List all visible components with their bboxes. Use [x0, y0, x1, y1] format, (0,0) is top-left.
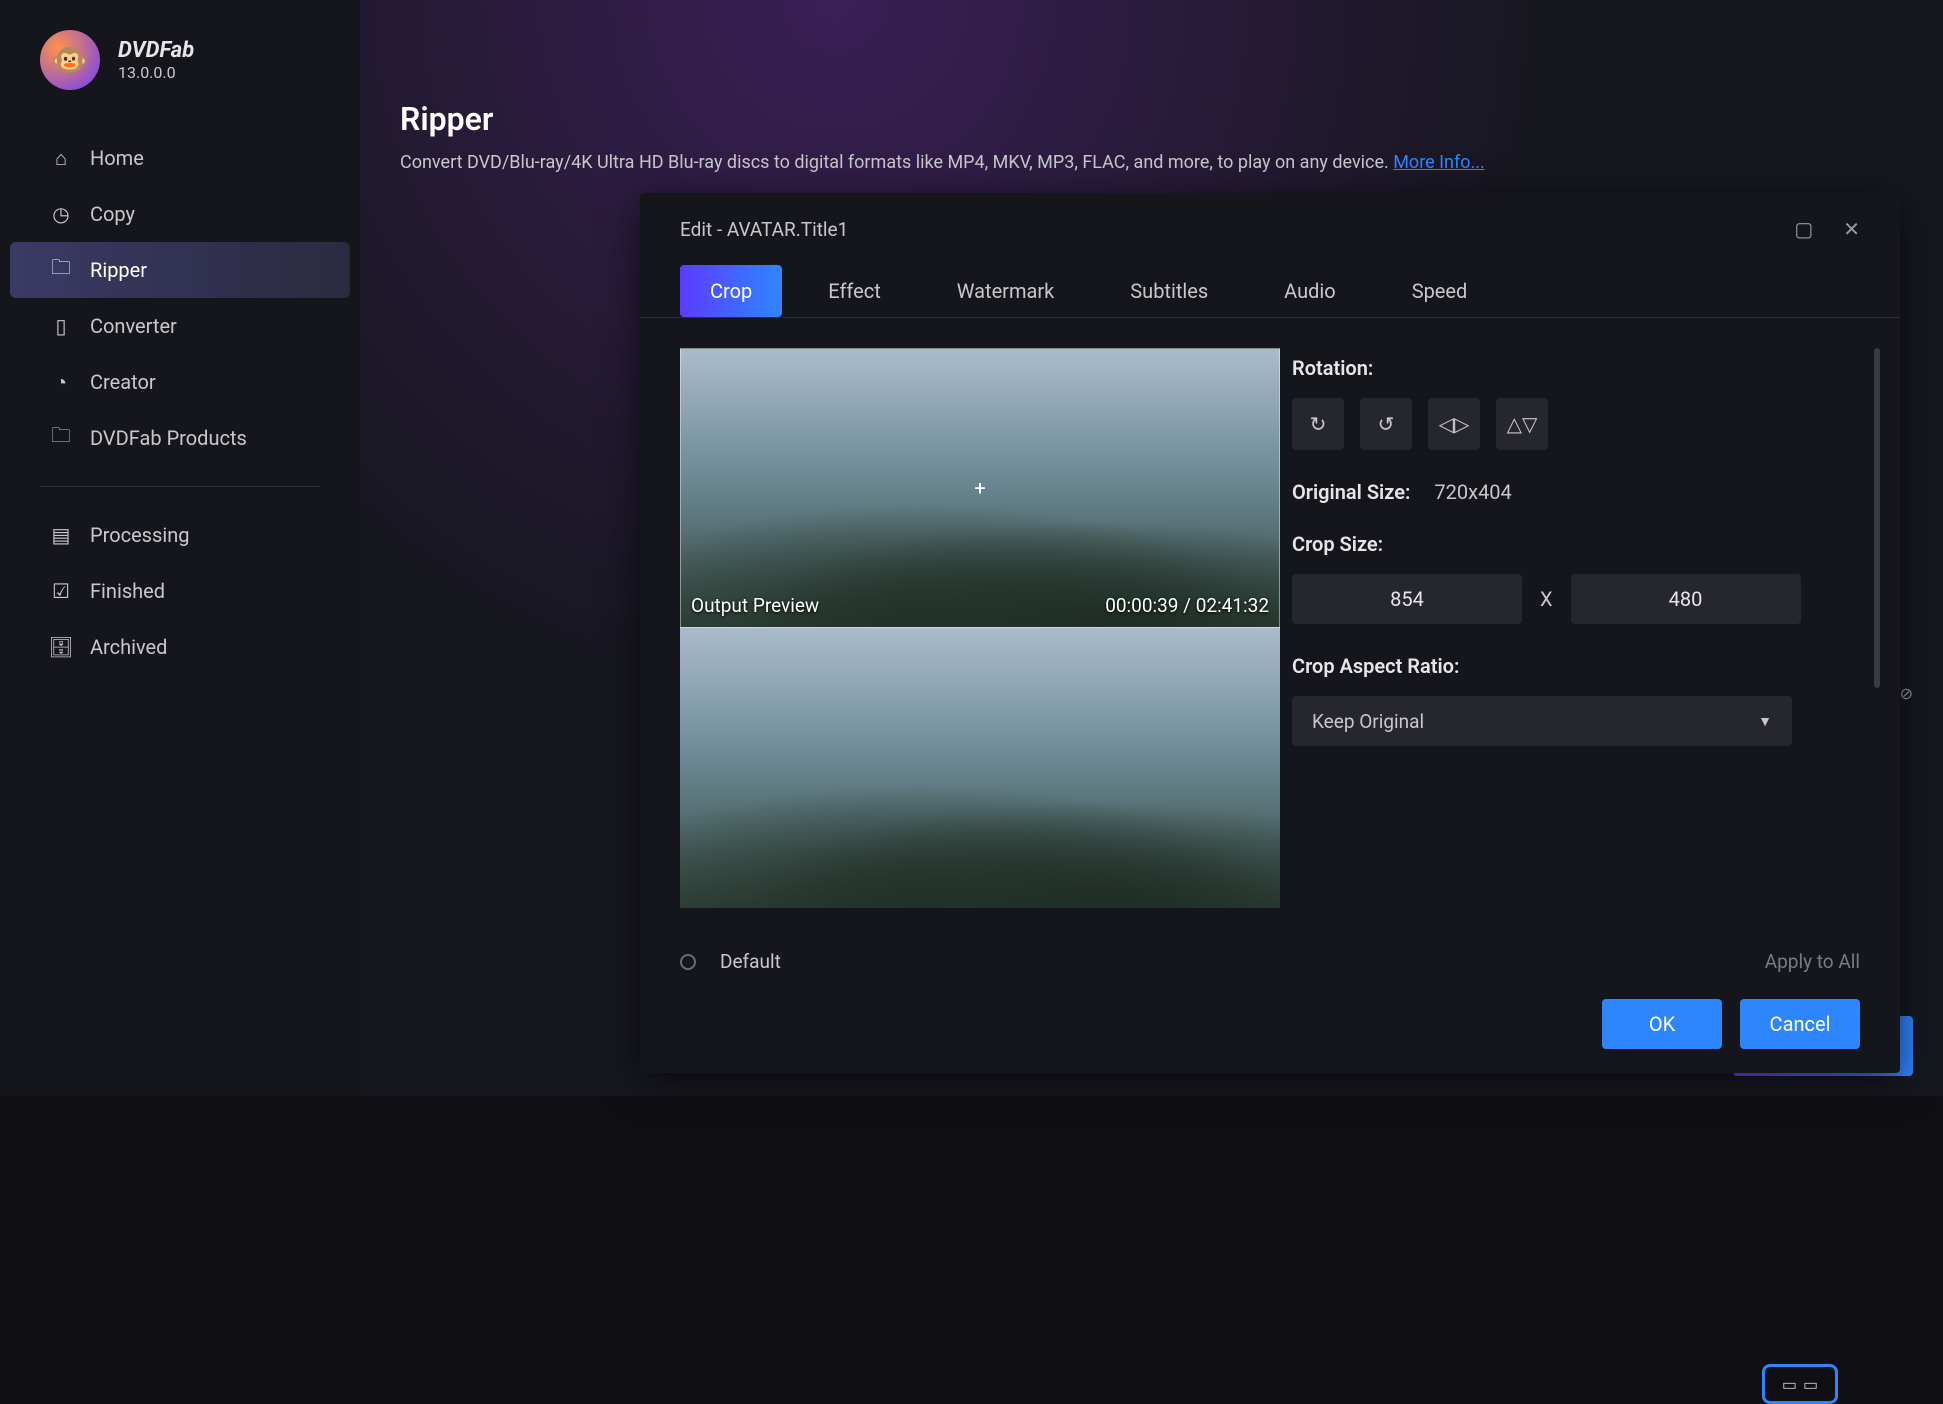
page-subtitle: Convert DVD/Blu-ray/4K Ultra HD Blu-ray …	[360, 138, 1943, 173]
rotation-label: Rotation:	[1292, 356, 1820, 380]
tab-crop[interactable]: Crop	[680, 265, 782, 317]
scrollbar[interactable]	[1874, 348, 1880, 688]
edit-buttons-highlight: ▭ ▭	[1762, 1364, 1838, 1404]
products-icon: 🗀	[50, 427, 72, 449]
preview-time: 00:00:39 / 02:41:32	[1105, 594, 1269, 617]
ok-button[interactable]: OK	[1602, 999, 1722, 1049]
sidebar-item-label: Finished	[90, 579, 165, 603]
ripper-icon: 🗀	[50, 259, 72, 281]
sidebar-item-creator[interactable]: ◔ Creator	[10, 354, 350, 410]
sidebar-item-label: Processing	[90, 523, 189, 547]
crop-ar-value: Keep Original	[1312, 710, 1424, 733]
converter-icon: ▯	[50, 315, 72, 337]
delete-icon[interactable]: ⊘	[1900, 684, 1913, 703]
tab-speed[interactable]: Speed	[1382, 265, 1498, 317]
sidebar-item-ripper[interactable]: 🗀 Ripper	[10, 242, 350, 298]
flip-h-button[interactable]: ◁▷	[1428, 398, 1480, 450]
processing-icon: ▤	[50, 524, 72, 546]
edit-icon[interactable]: ▭	[1803, 1375, 1818, 1394]
dialog-close-icon[interactable]: ✕	[1843, 217, 1860, 241]
page-title: Ripper	[360, 0, 1943, 138]
cancel-button[interactable]: Cancel	[1740, 999, 1860, 1049]
trim-icon[interactable]: ▭	[1782, 1375, 1797, 1394]
crop-height-input[interactable]	[1571, 574, 1801, 624]
sidebar-item-archived[interactable]: 🗄 Archived	[10, 619, 350, 675]
page-subtitle-text: Convert DVD/Blu-ray/4K Ultra HD Blu-ray …	[400, 152, 1393, 173]
more-info-link[interactable]: More Info...	[1393, 152, 1485, 173]
sidebar-item-copy[interactable]: ◷ Copy	[10, 186, 350, 242]
brand-version: 13.0.0.0	[118, 63, 176, 82]
rotate-ccw-button[interactable]: ↺	[1360, 398, 1412, 450]
dialog-maximize-icon[interactable]: ▢	[1794, 217, 1813, 241]
crop-x-separator: X	[1540, 587, 1553, 611]
rotate-cw-button[interactable]: ↻	[1292, 398, 1344, 450]
brand: 🐵 DVDFab 13.0.0.0	[0, 30, 360, 90]
crop-size-label: Crop Size:	[1292, 532, 1820, 556]
sidebar-item-label: Archived	[90, 635, 167, 659]
sidebar-item-finished[interactable]: ☑ Finished	[10, 563, 350, 619]
edit-dialog: Edit - AVATAR.Title1 ▢ ✕ Crop Effect Wat…	[640, 193, 1900, 1073]
original-size-label: Original Size:	[1292, 480, 1410, 504]
brand-logo-icon: 🐵	[40, 30, 100, 90]
crop-width-input[interactable]	[1292, 574, 1522, 624]
sidebar-item-converter[interactable]: ▯ Converter	[10, 298, 350, 354]
sidebar-item-home[interactable]: ⌂ Home	[10, 130, 350, 186]
original-size-value: 720x404	[1434, 480, 1511, 504]
crop-ar-select[interactable]: Keep Original ▼	[1292, 696, 1792, 746]
default-radio[interactable]	[680, 954, 696, 970]
crop-ar-label: Crop Aspect Ratio:	[1292, 654, 1820, 678]
flip-v-button[interactable]: △▽	[1496, 398, 1548, 450]
main-pane: Ripper Convert DVD/Blu-ray/4K Ultra HD B…	[360, 0, 1943, 1096]
finished-icon: ☑	[50, 580, 72, 602]
sidebar-item-products[interactable]: 🗀 DVDFab Products	[10, 410, 350, 466]
archived-icon: 🗄	[50, 636, 72, 658]
sidebar-item-label: DVDFab Products	[90, 426, 247, 450]
preview-output	[680, 628, 1280, 908]
dialog-tabs: Crop Effect Watermark Subtitles Audio Sp…	[640, 241, 1900, 318]
sidebar-divider	[40, 486, 320, 487]
copy-icon: ◷	[50, 203, 72, 225]
sidebar: 🐵 DVDFab 13.0.0.0 ⌂ Home ◷ Copy 🗀 Ripper…	[0, 0, 360, 1096]
creator-icon: ◔	[50, 371, 72, 393]
tab-subtitles[interactable]: Subtitles	[1100, 265, 1238, 317]
sidebar-item-label: Home	[90, 146, 144, 170]
home-icon: ⌂	[50, 147, 72, 169]
default-label: Default	[720, 950, 781, 973]
sidebar-item-label: Ripper	[90, 258, 147, 282]
tab-watermark[interactable]: Watermark	[927, 265, 1085, 317]
sidebar-item-label: Copy	[90, 202, 135, 226]
tab-audio[interactable]: Audio	[1254, 265, 1366, 317]
sidebar-item-label: Converter	[90, 314, 177, 338]
apply-all-button[interactable]: Apply to All	[1765, 950, 1860, 973]
dialog-title: Edit - AVATAR.Title1	[680, 218, 848, 241]
preview-label: Output Preview	[691, 594, 819, 617]
sidebar-item-label: Creator	[90, 370, 156, 394]
sidebar-item-processing[interactable]: ▤ Processing	[10, 507, 350, 563]
brand-name: DVDFab	[118, 38, 194, 63]
tab-effect[interactable]: Effect	[798, 265, 910, 317]
preview-original[interactable]: + Output Preview 00:00:39 / 02:41:32	[680, 348, 1280, 628]
chevron-down-icon: ▼	[1758, 713, 1772, 730]
